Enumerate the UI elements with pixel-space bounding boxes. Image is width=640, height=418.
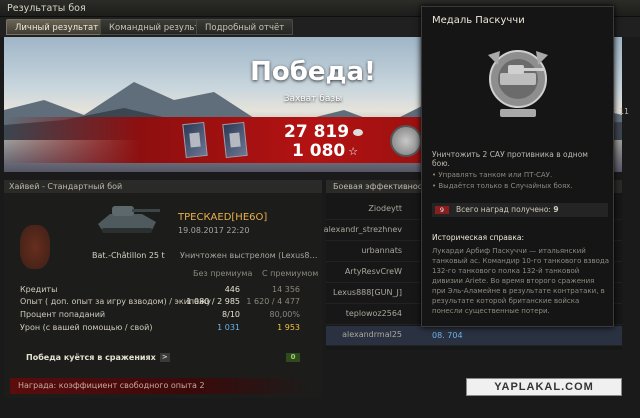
- tooltip-condition: Выдаётся только в Случайных боях.: [432, 182, 608, 190]
- site-watermark: YAPLAKAL.COM: [466, 378, 622, 396]
- stat-value-premium: 1 620 / 4 477: [246, 297, 300, 306]
- team-player-name: ArtyResvCreW: [344, 267, 402, 276]
- stat-row-experience: Опыт ( доп. опыт за игру взводом) / экип…: [20, 297, 320, 309]
- team-player-name: alexandr_strezhnev: [323, 225, 402, 234]
- stat-value-no-premium: 446: [224, 285, 240, 294]
- stat-value-premium: 1 953: [277, 323, 300, 332]
- battle-info-header: Хайвей - Стандартный бой: [4, 180, 322, 193]
- achievement-badge-1[interactable]: [182, 121, 208, 159]
- stat-label: Кредиты: [20, 285, 58, 294]
- campaign-badge: 0: [286, 353, 300, 362]
- nation-emblem: [20, 225, 50, 269]
- team-player-name: urbannats: [361, 246, 402, 255]
- stat-value-no-premium: 1 080 / 2 985: [186, 297, 240, 306]
- tab-detailed-report[interactable]: Подробный отчёт: [196, 19, 294, 35]
- tank-image: [98, 206, 160, 233]
- tank-name: Bat.-Châtillon 25 t: [92, 251, 165, 260]
- column-no-premium: Без премиума: [193, 269, 253, 278]
- stat-value-premium: 80,00%: [269, 310, 300, 319]
- chevron-right-icon[interactable]: >: [159, 353, 170, 362]
- team-player-name: Ziodeytt: [368, 204, 402, 213]
- stat-label: Урон (с вашей помощью / свой): [20, 323, 153, 332]
- player-name: ТРЕСКАЕD[НЕ6О]: [178, 212, 268, 223]
- stat-value-no-premium: 8/10: [222, 310, 240, 319]
- achievement-badge-2[interactable]: [222, 121, 248, 159]
- column-premium: С премиумом: [262, 269, 319, 278]
- team-player-name: teplowoz2564: [345, 309, 402, 318]
- stat-label: Процент попаданий: [20, 310, 106, 319]
- medal-tooltip: Медаль Паскуччи Уничтожить 2 САУ противн…: [421, 6, 614, 327]
- stat-row-hit-percent: Процент попаданий 8/10 80,00%: [20, 310, 320, 322]
- credits-icon: [353, 128, 364, 136]
- stat-row-damage: Урон (с вашей помощью / свой) 1 031 1 95…: [20, 323, 320, 335]
- tooltip-condition: Управлять танком или ПТ-САУ.: [432, 171, 608, 179]
- history-text: Лукарди Арбиф Паскуччи — итальянский тан…: [432, 247, 609, 315]
- campaign-progress[interactable]: Победа куётся в сражениях > 0: [26, 353, 326, 367]
- pascucci-medal-image: [488, 50, 548, 117]
- team-footer-value: 08. 704: [432, 331, 463, 340]
- stat-label: Опыт ( доп. опыт за игру взводом) / экип…: [20, 297, 211, 306]
- star-icon: ☆: [348, 144, 359, 158]
- stat-row-credits: Кредиты 446 14 356: [20, 285, 320, 297]
- xp-value: 1 080: [292, 141, 346, 161]
- history-title: Историческая справка:: [432, 233, 524, 242]
- awards-count-label: Всего наград получено:: [456, 205, 551, 214]
- awards-count-badge: 9: [435, 206, 449, 214]
- stat-value-no-premium: 1 031: [217, 323, 240, 332]
- credits-earned: 27 819: [284, 122, 364, 142]
- battle-date: 19.08.2017 22:20: [178, 226, 250, 235]
- experience-earned: 1 080 ☆: [292, 141, 358, 161]
- tooltip-title: Медаль Паскуччи: [432, 15, 525, 26]
- awards-count-value: 9: [553, 205, 559, 214]
- pascucci-medal-icon[interactable]: [390, 125, 422, 157]
- awards-count: 9 Всего наград получено: 9: [432, 203, 608, 217]
- campaign-label: Победа куётся в сражениях: [26, 353, 156, 362]
- tooltip-description: Уничтожить 2 САУ противника в одном бою.: [432, 150, 588, 168]
- stat-value-premium: 14 356: [272, 285, 300, 294]
- window-title: Результаты боя: [7, 3, 86, 14]
- team-player-row[interactable]: alexandrmal25: [326, 326, 622, 346]
- tab-personal-result[interactable]: Личный результат: [6, 19, 108, 35]
- destroyed-by: Уничтожен выстрелом (Lexus88..): [180, 251, 320, 260]
- credits-value: 27 819: [284, 122, 350, 142]
- award-line: Награда: коэффициент свободного опыта 2: [10, 378, 310, 394]
- team-player-name: Lexus888[GUN_J]: [333, 288, 402, 297]
- team-player-name: alexandrmal25: [342, 330, 402, 339]
